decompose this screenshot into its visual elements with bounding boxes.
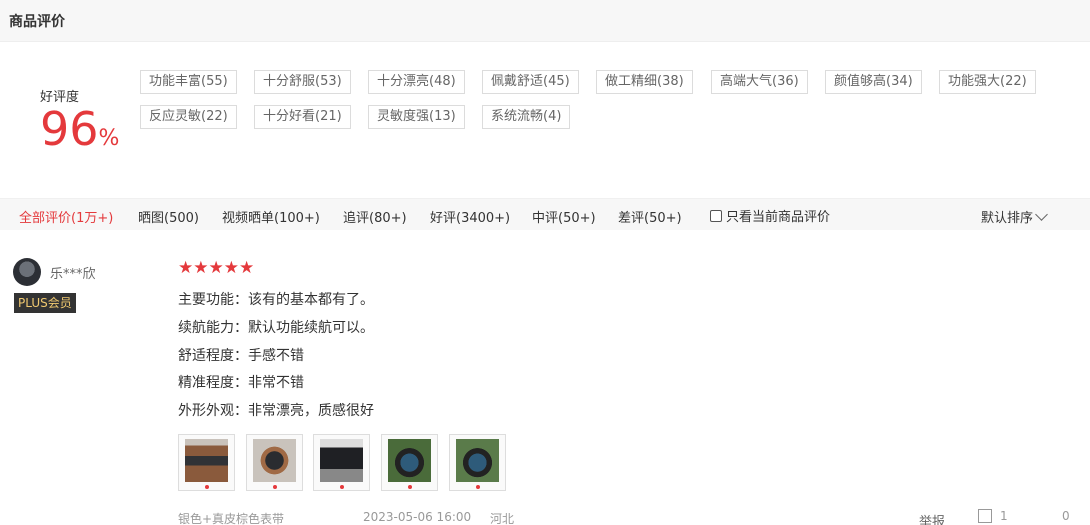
like-count: 1: [1000, 509, 1008, 523]
review-tag[interactable]: 系统流畅(4): [482, 105, 571, 129]
star-icon: ★: [223, 258, 239, 278]
watch-photo: [320, 439, 363, 482]
review-tag[interactable]: 功能强大(22): [939, 70, 1036, 94]
review-line: 精准程度：非常不错: [178, 375, 304, 391]
review-image-thumb[interactable]: [313, 434, 370, 491]
only-current-product-toggle[interactable]: 只看当前商品评价: [710, 206, 830, 225]
star-icon: ★: [193, 258, 209, 278]
review-filter-bar: 全部评价(1万+) 晒图(500) 视频晒单(100+) 追评(80+) 好评(…: [0, 198, 1090, 230]
reply-count: 0: [1062, 509, 1070, 523]
star-icon: ★: [239, 258, 255, 278]
review-tag[interactable]: 十分漂亮(48): [368, 70, 465, 94]
sort-dropdown[interactable]: 默认排序: [981, 207, 1048, 226]
review-tag[interactable]: 功能丰富(55): [140, 70, 237, 94]
review-line: 外形外观：非常漂亮，质感很好: [178, 403, 374, 419]
star-icon: ★: [178, 258, 194, 278]
star-icon: ★: [208, 258, 224, 278]
review-line: 舒适程度：手感不错: [178, 348, 304, 364]
thumb-dot: [340, 485, 344, 489]
product-variant: 银色+真皮棕色表带: [178, 512, 285, 525]
positive-rate-value: 96%: [40, 106, 119, 152]
filter-tab-followup[interactable]: 追评(80+): [343, 207, 407, 226]
filter-tab-all[interactable]: 全部评价(1万+): [19, 207, 113, 226]
review-line: 主要功能：该有的基本都有了。: [178, 292, 374, 308]
filter-tab-neutral[interactable]: 中评(50+): [532, 207, 596, 226]
star-rating: ★★★★★: [178, 258, 254, 277]
thumb-dot: [476, 485, 480, 489]
filter-tab-positive[interactable]: 好评(3400+): [430, 207, 510, 226]
review-image-thumb[interactable]: [381, 434, 438, 491]
thumb-dot: [408, 485, 412, 489]
watch-photo: [388, 439, 431, 482]
chevron-down-icon: [1035, 208, 1048, 221]
filter-tab-negative[interactable]: 差评(50+): [618, 207, 682, 226]
reviewer-name: 乐***欣: [50, 267, 96, 282]
like-icon[interactable]: [978, 509, 992, 523]
filter-tab-photos[interactable]: 晒图(500): [138, 207, 199, 226]
report-link[interactable]: 举报: [919, 511, 945, 525]
sort-label: 默认排序: [981, 211, 1034, 226]
review-location: 河北: [490, 512, 515, 525]
review-tag[interactable]: 高端大气(36): [711, 70, 808, 94]
filter-tab-videos[interactable]: 视频晒单(100+): [222, 207, 320, 226]
watch-photo: [185, 439, 228, 482]
only-current-checkbox[interactable]: [710, 210, 722, 222]
review-tag[interactable]: 灵敏度强(13): [368, 105, 465, 129]
review-image-thumb[interactable]: [178, 434, 235, 491]
thumb-dot: [273, 485, 277, 489]
review-tag[interactable]: 颜值够高(34): [825, 70, 922, 94]
review-tag[interactable]: 十分舒服(53): [254, 70, 351, 94]
positive-rate-number: 96: [40, 102, 99, 156]
watch-photo: [253, 439, 296, 482]
review-image-thumb[interactable]: [246, 434, 303, 491]
review-tag[interactable]: 做工精细(38): [596, 70, 693, 94]
review-line: 续航能力：默认功能续航可以。: [178, 320, 374, 336]
positive-rate-block: 好评度 96%: [40, 86, 119, 152]
only-current-label: 只看当前商品评价: [726, 210, 831, 225]
watch-photo: [456, 439, 499, 482]
section-title: 商品评价: [9, 14, 65, 30]
plus-member-badge: PLUS会员: [14, 293, 76, 313]
thumb-dot: [205, 485, 209, 489]
review-image-thumb[interactable]: [449, 434, 506, 491]
review-datetime: 2023-05-06 16:00: [363, 510, 472, 524]
section-header: 商品评价: [0, 0, 1090, 42]
review-tag[interactable]: 十分好看(21): [254, 105, 351, 129]
review-tag[interactable]: 佩戴舒适(45): [482, 70, 579, 94]
avatar: [13, 258, 41, 286]
review-tag[interactable]: 反应灵敏(22): [140, 105, 237, 129]
positive-rate-unit: %: [98, 126, 120, 151]
